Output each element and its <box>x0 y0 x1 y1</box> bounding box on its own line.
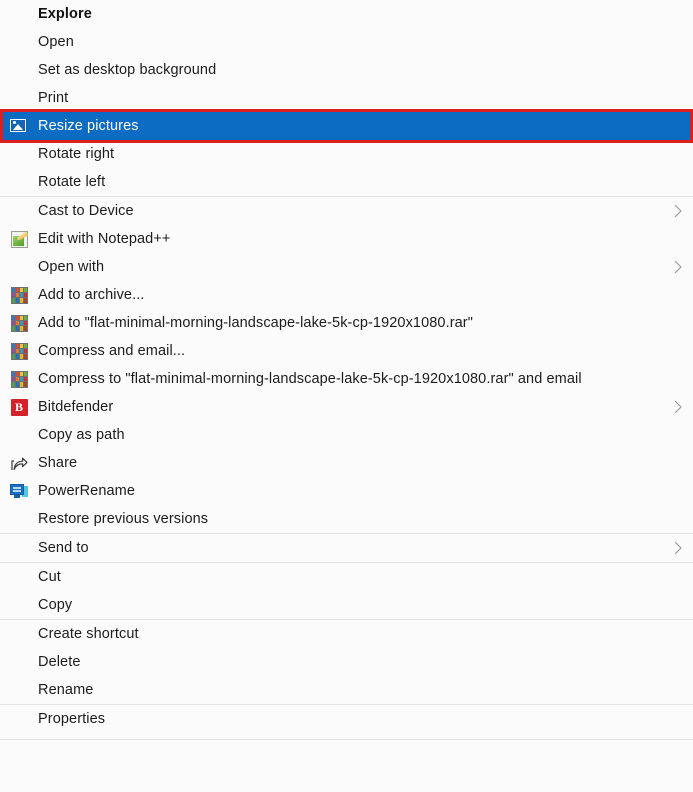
context-menu: Explore Open Set as desktop background Prin… <box>0 0 693 792</box>
menu-item-label: Send to <box>38 540 89 556</box>
icon-slot-empty <box>0 534 38 562</box>
icon-slot-empty <box>0 197 38 225</box>
menu-item-label: Print <box>38 90 69 106</box>
icon-slot-empty <box>0 620 38 648</box>
icon-slot-empty <box>0 591 38 619</box>
menu-group-group-properties: Properties <box>0 705 693 733</box>
menu-item-explore[interactable]: Explore <box>0 0 693 28</box>
icon-slot-empty <box>0 648 38 676</box>
menu-item-label: Rotate left <box>38 174 106 190</box>
menu-item-resize-pictures[interactable]: Resize pictures <box>0 112 693 140</box>
menu-item-edit-with-notepad[interactable]: Edit with Notepad++ <box>0 225 693 253</box>
menu-item-restore-previous-versions[interactable]: Restore previous versions <box>0 505 693 533</box>
menu-item-copy[interactable]: Copy <box>0 591 693 619</box>
menu-group-group-sendto: Send to <box>0 534 693 562</box>
bitdefender-icon: B <box>0 393 38 421</box>
chevron-right-icon <box>663 204 693 218</box>
menu-item-print[interactable]: Print <box>0 84 693 112</box>
chevron-right-icon <box>663 400 693 414</box>
menu-item-properties[interactable]: Properties <box>0 705 693 733</box>
menu-item-label: Open with <box>38 259 105 275</box>
resize-pictures-icon <box>0 112 38 140</box>
icon-slot-empty <box>0 140 38 168</box>
menu-item-label: Edit with Notepad++ <box>38 231 171 247</box>
menu-group-group-open: Explore Open Set as desktop background Prin… <box>0 0 693 196</box>
menu-item-label: Open <box>38 34 74 50</box>
icon-slot-empty <box>0 563 38 591</box>
menu-item-copy-as-path[interactable]: Copy as path <box>0 421 693 449</box>
menu-item-create-shortcut[interactable]: Create shortcut <box>0 620 693 648</box>
menu-item-label: Compress and email... <box>38 343 186 359</box>
menu-item-label: Cut <box>38 569 61 585</box>
icon-slot-empty <box>0 0 38 28</box>
menu-separator <box>0 739 693 740</box>
powerrename-icon <box>0 477 38 505</box>
menu-item-label: Copy as path <box>38 427 125 443</box>
menu-item-label: Rename <box>38 682 94 698</box>
menu-item-label: Compress to "flat-minimal-morning-landsc… <box>38 371 582 387</box>
share-icon <box>0 449 38 477</box>
menu-group-group-apps: Cast to Device Edit with Notepad++ Open wi… <box>0 197 693 533</box>
icon-slot-empty <box>0 676 38 704</box>
menu-item-label: Resize pictures <box>38 118 139 134</box>
winrar-icon <box>0 337 38 365</box>
chevron-right-icon <box>663 541 693 555</box>
menu-item-label: Restore previous versions <box>38 511 209 527</box>
menu-item-add-to-flat-minimal-morning-landscape-la[interactable]: Add to "flat-minimal-morning-landscape-l… <box>0 309 693 337</box>
icon-slot-empty <box>0 505 38 533</box>
menu-item-send-to[interactable]: Send to <box>0 534 693 562</box>
menu-item-rename[interactable]: Rename <box>0 676 693 704</box>
icon-slot-empty <box>0 84 38 112</box>
menu-item-label: Share <box>38 455 78 471</box>
menu-item-label: Copy <box>38 597 73 613</box>
menu-group-group-file: Create shortcut Delete Rename <box>0 620 693 704</box>
menu-item-rotate-right[interactable]: Rotate right <box>0 140 693 168</box>
menu-item-label: Add to archive... <box>38 287 145 303</box>
icon-slot-empty <box>0 28 38 56</box>
winrar-icon <box>0 281 38 309</box>
menu-item-powerrename[interactable]: PowerRename <box>0 477 693 505</box>
menu-item-label: Properties <box>38 711 106 727</box>
menu-item-label: Cast to Device <box>38 203 134 219</box>
menu-item-open-with[interactable]: Open with <box>0 253 693 281</box>
icon-slot-empty <box>0 421 38 449</box>
icon-slot-empty <box>0 56 38 84</box>
menu-item-label: Rotate right <box>38 146 115 162</box>
menu-item-label: Create shortcut <box>38 626 139 642</box>
menu-item-cut[interactable]: Cut <box>0 563 693 591</box>
menu-item-label: Bitdefender <box>38 399 114 415</box>
menu-item-add-to-archive[interactable]: Add to archive... <box>0 281 693 309</box>
menu-item-label: Explore <box>38 6 92 22</box>
menu-item-label: PowerRename <box>38 483 136 499</box>
icon-slot-empty <box>0 253 38 281</box>
menu-item-set-as-desktop-background[interactable]: Set as desktop background <box>0 56 693 84</box>
menu-item-share[interactable]: Share <box>0 449 693 477</box>
icon-slot-empty <box>0 168 38 196</box>
chevron-right-icon <box>663 260 693 274</box>
menu-item-cast-to-device[interactable]: Cast to Device <box>0 197 693 225</box>
menu-group-group-clipboard: Cut Copy <box>0 563 693 619</box>
menu-item-compress-to-flat-minimal-morning-landsca[interactable]: Compress to "flat-minimal-morning-landsc… <box>0 365 693 393</box>
winrar-icon <box>0 365 38 393</box>
menu-item-rotate-left[interactable]: Rotate left <box>0 168 693 196</box>
menu-item-label: Add to "flat-minimal-morning-landscape-l… <box>38 315 473 331</box>
menu-item-delete[interactable]: Delete <box>0 648 693 676</box>
menu-item-label: Set as desktop background <box>38 62 217 78</box>
menu-item-compress-and-email[interactable]: Compress and email... <box>0 337 693 365</box>
menu-item-label: Delete <box>38 654 81 670</box>
menu-item-open[interactable]: Open <box>0 28 693 56</box>
notepad-plus-plus-icon <box>0 225 38 253</box>
icon-slot-empty <box>0 705 38 733</box>
menu-item-bitdefender[interactable]: B Bitdefender <box>0 393 693 421</box>
winrar-icon <box>0 309 38 337</box>
